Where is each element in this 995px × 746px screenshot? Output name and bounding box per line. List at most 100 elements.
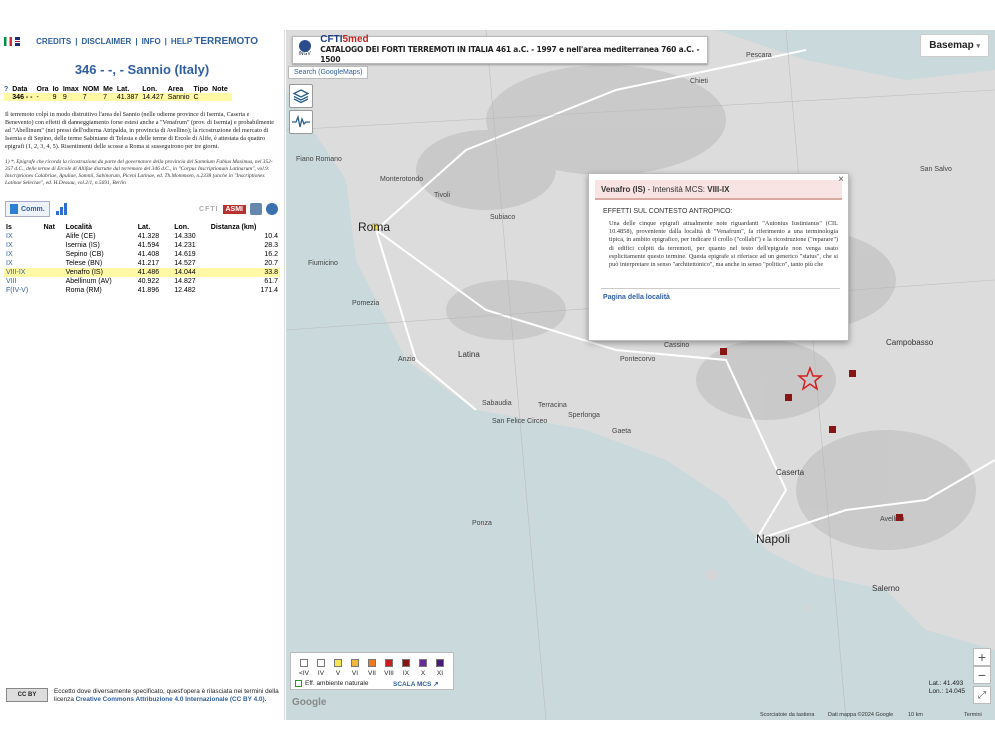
chart-icon[interactable]	[55, 203, 68, 215]
seismogram-button[interactable]	[289, 110, 313, 134]
english-flag-icon[interactable]	[15, 36, 24, 46]
scale-bar: 10 km	[908, 712, 923, 718]
map-label: Campobasso	[886, 338, 934, 347]
map-label: Chieti	[690, 78, 708, 85]
locality-row[interactable]: IX Alife (CE) 41.328 14.330 10.4	[4, 232, 280, 241]
terms-link[interactable]: Termini	[964, 712, 982, 718]
map-label: Subiaco	[490, 214, 516, 221]
fullscreen-icon: ⤢	[978, 689, 986, 701]
info-link[interactable]: INFO	[142, 37, 161, 46]
fullscreen-button[interactable]: ⤢	[973, 686, 991, 704]
map-label: Cassino	[664, 342, 690, 349]
google-logo: Google	[292, 697, 327, 708]
event-footnote: 1) *, Epigrafe che ricorda la ricostruzi…	[5, 159, 273, 186]
help-link[interactable]: HELP	[171, 37, 192, 46]
map-label: Fiumicino	[308, 260, 338, 267]
map-label: Pontecorvo	[620, 356, 656, 363]
intensity-legend: <IV IV V VI VII VIII IX X XI Eff. ambiente natur…	[290, 652, 454, 690]
export-icon[interactable]	[250, 203, 262, 215]
layers-icon	[293, 89, 309, 104]
natural-effects-legend: Eff. ambiente naturale	[295, 680, 368, 687]
legend-label: IX	[402, 670, 410, 677]
locality-popup: × Venafro (IS) - Intensità MCS: VIII-IX …	[588, 173, 849, 341]
green-square-icon	[295, 680, 302, 687]
license-note: CC BY Eccetto dove diversamente specific…	[6, 688, 281, 704]
legend-label: VI	[351, 670, 359, 677]
section-title: TERREMOTO	[194, 35, 258, 47]
map-label: Pescara	[746, 52, 772, 59]
cfti-logo[interactable]: CFTI	[199, 206, 219, 213]
legend-swatch	[385, 659, 393, 667]
locality-row[interactable]: IX Isernia (IS) 41.594 14.231 28.3	[4, 241, 280, 250]
basemap-dropdown[interactable]: Basemap ▾	[920, 34, 989, 57]
map-data-credit: Dati mappa ©2024 Google	[828, 712, 894, 718]
map-label: Anzio	[398, 356, 416, 363]
cc-license-link[interactable]: Creative Commons Attribuzione 4.0 Intern…	[76, 696, 267, 703]
map-label: San Felice Circeo	[492, 418, 548, 425]
map-label-roma: Roma	[358, 220, 391, 234]
divider	[601, 288, 840, 289]
zoom-in-button[interactable]: +	[973, 648, 991, 666]
locality-row[interactable]: IX Sepino (CB) 41.408 14.619 16.2	[4, 250, 280, 259]
locality-row[interactable]: VIII Abellinum (AV) 40.922 14.827 61.7	[4, 277, 280, 286]
catalog-title: CATALOGO DEI FORTI TERREMOTI IN ITALIA 4…	[320, 45, 700, 64]
map-label-napoli: Napoli	[756, 532, 791, 546]
popup-header: Venafro (IS) - Intensità MCS: VIII-IX	[595, 180, 842, 200]
locality-row[interactable]: VIII-IX Venafro (IS) 41.486 14.044 33.8	[4, 268, 280, 277]
map-label: Fiano Romano	[296, 156, 342, 163]
layers-button[interactable]	[289, 84, 313, 108]
legend-label: X	[420, 670, 426, 677]
map-background	[286, 30, 995, 720]
legend-swatch	[351, 659, 359, 667]
event-title: 346 - -, - Sannio (Italy)	[74, 62, 210, 77]
disclaimer-link[interactable]: DISCLAIMER	[82, 37, 132, 46]
legend-label: XI	[436, 670, 444, 677]
ingv-logo[interactable]: INGV	[295, 38, 314, 62]
close-icon[interactable]: ×	[838, 174, 844, 185]
map-label: Latina	[458, 350, 480, 359]
event-row: 346 - - - 9 9 7 7 41.387 14.427 Sannio C	[4, 93, 232, 101]
map-label: Gaeta	[612, 428, 632, 435]
legend-swatch	[334, 659, 342, 667]
locality-row[interactable]: IX Telese (BN) 41.217 14.527 20.7	[4, 259, 280, 268]
cc-license-badge[interactable]: CC BY	[6, 688, 48, 702]
map-label: Avellino	[880, 516, 905, 523]
popup-body: Una delle cinque epigrafi attualmente no…	[609, 220, 838, 269]
legend-label: <IV	[299, 670, 309, 677]
legend-label: VII	[368, 670, 376, 677]
external-link-icon: ↗	[433, 681, 439, 688]
map-canvas[interactable]: Pescara Chieti San Salvo Campobasso Roma…	[286, 30, 995, 720]
map-label: Monterotondo	[380, 176, 424, 183]
legend-swatch	[368, 659, 376, 667]
map-label: Pomezia	[352, 300, 380, 307]
comment-button[interactable]: Comm.	[5, 201, 50, 217]
app-brand: CFTI5med	[320, 34, 369, 45]
locality-row[interactable]: F(IV-V) Roma (RM) 41.896 12.482 171.4	[4, 286, 280, 295]
map-label: Tivoli	[434, 192, 451, 199]
google-earth-icon[interactable]	[266, 203, 278, 215]
locality-page-link[interactable]: Pagina della località	[603, 294, 848, 301]
map-label: Sperlonga	[568, 412, 600, 419]
zoom-out-button[interactable]: −	[973, 666, 991, 684]
italian-flag-icon[interactable]	[4, 36, 13, 46]
help-icon[interactable]: ?	[4, 85, 12, 93]
map-label: Sabaudia	[482, 400, 512, 407]
catalog-header: INGV CFTI5med CATALOGO DEI FORTI TERREMO…	[292, 34, 708, 64]
legend-swatch	[300, 659, 308, 667]
credits-link[interactable]: CREDITS	[36, 37, 71, 46]
event-description: Il terremoto colpì in modo distruttivo l…	[5, 111, 274, 150]
localities-table: Is Nat Località Lat. Lon. Distanza (km) …	[4, 224, 280, 295]
popup-section-title: EFFETTI SUL CONTESTO ANTROPICO:	[603, 208, 733, 215]
map-search-input[interactable]: Search (GoogleMaps)	[288, 66, 369, 79]
legend-label: VIII	[384, 670, 394, 677]
keyboard-shortcuts-link[interactable]: Scorciatoie da tastiera	[760, 712, 814, 718]
event-panel: CREDITS | DISCLAIMER | INFO | HELP TERREMOTO 3…	[0, 30, 285, 720]
page: { "nav": {"credits": "CREDITS", "disclai…	[0, 0, 995, 746]
legend-swatch	[419, 659, 427, 667]
mcs-scale-link[interactable]: SCALA MCS ↗	[393, 680, 439, 688]
cursor-coordinates: Lat.: 41.493 Lon.: 14.045	[928, 680, 965, 695]
document-icon	[10, 204, 18, 214]
tools-bar: Comm. CFTI ASMI	[5, 199, 284, 219]
asmi-logo[interactable]: ASMI	[222, 204, 246, 214]
event-parameters-table: ? Data Ora Io Imax NOM Me Lat. Lon. Area…	[4, 85, 232, 101]
